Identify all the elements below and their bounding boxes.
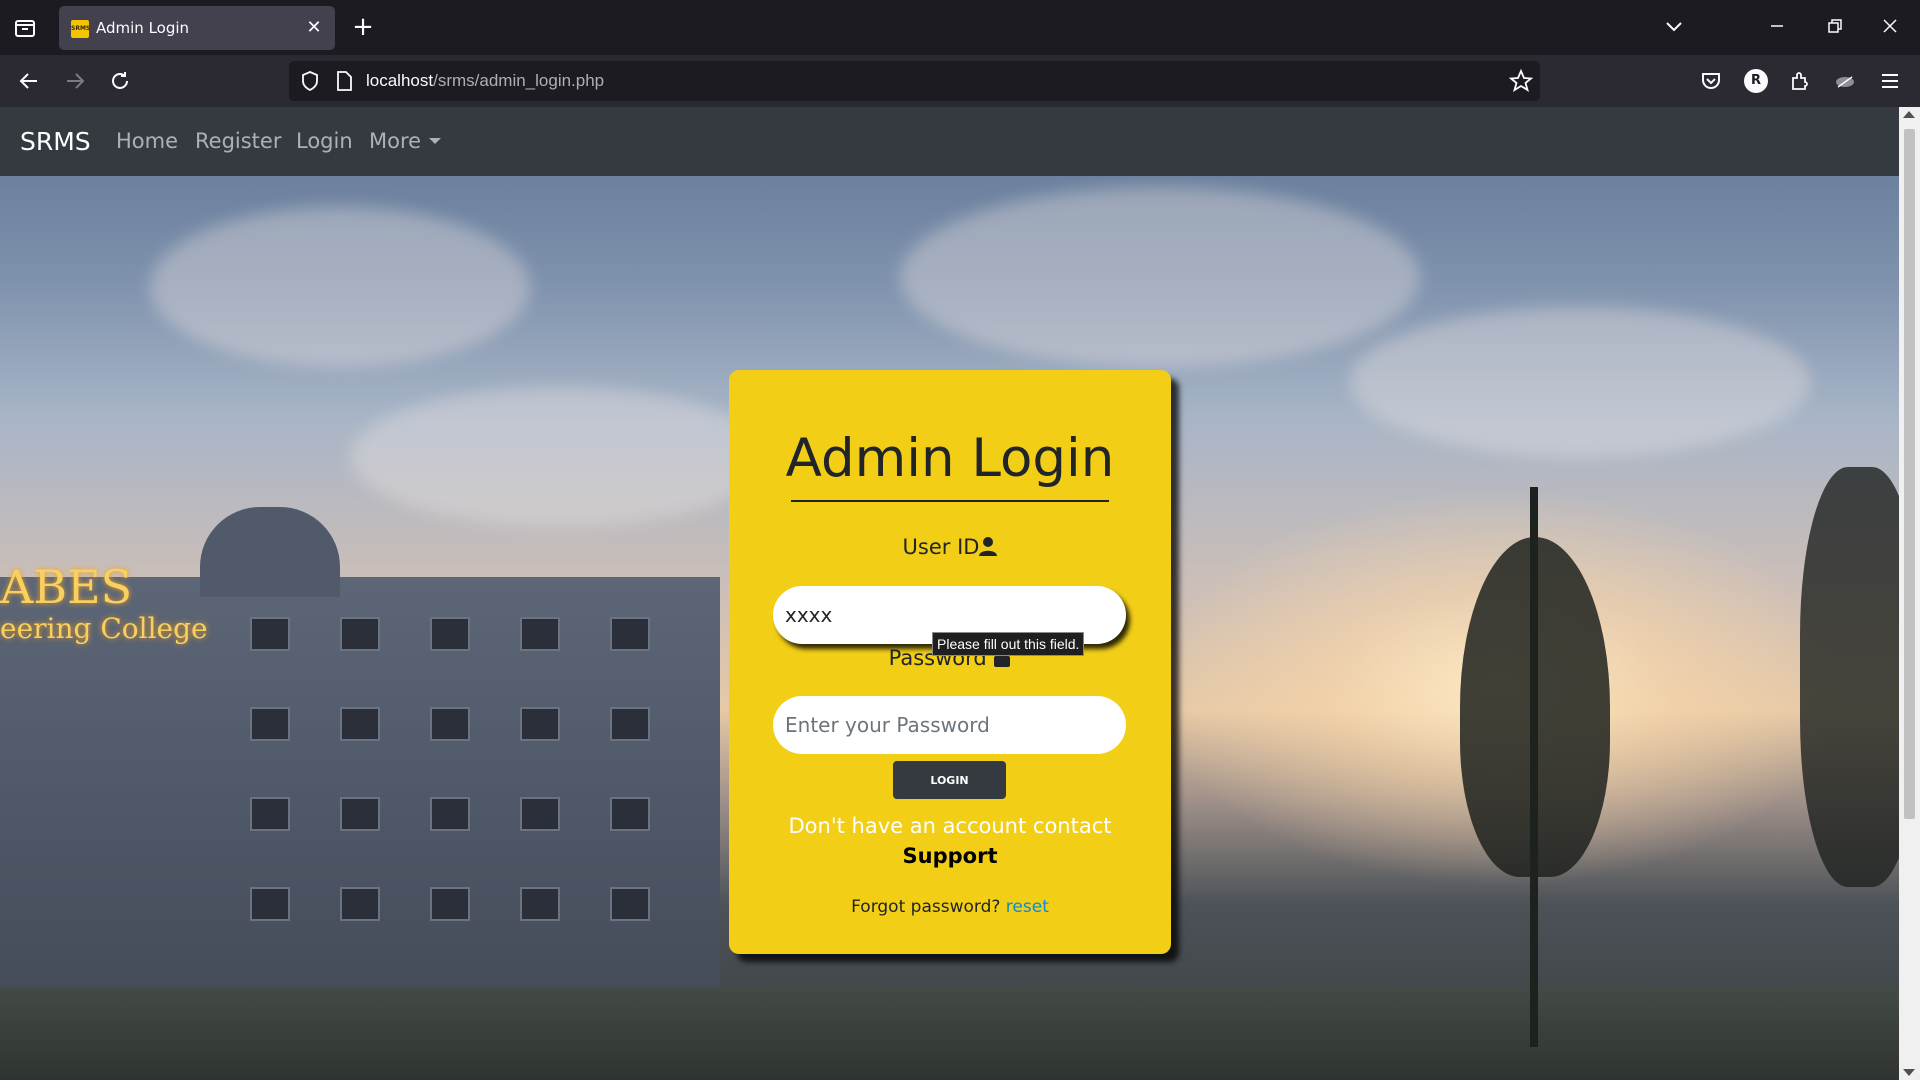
password-input[interactable]	[773, 696, 1126, 754]
validation-tooltip: Please fill out this field.	[932, 632, 1085, 656]
scroll-up-icon[interactable]	[1903, 111, 1915, 118]
support-link[interactable]: Support	[729, 844, 1171, 868]
nav-link-register[interactable]: Register	[195, 129, 281, 153]
bookmark-star-icon[interactable]	[1509, 69, 1533, 93]
close-tab-icon[interactable]: ✕	[303, 17, 325, 39]
tab-title: Admin Login	[96, 19, 190, 37]
caret-down-icon	[429, 138, 442, 144]
college-sign: ABES eering College	[0, 562, 208, 646]
browser-toolbar: localhost/srms/admin_login.php R	[0, 55, 1920, 107]
extensions-icon[interactable]	[1788, 69, 1812, 93]
close-window-icon[interactable]	[1878, 14, 1902, 38]
window	[250, 617, 290, 651]
nav-more-label: More	[369, 129, 422, 153]
login-button[interactable]: LOGIN	[893, 761, 1006, 799]
cloud	[350, 387, 770, 527]
extension-addon-icon[interactable]	[1833, 69, 1857, 93]
user-icon	[979, 536, 998, 561]
navbar-brand[interactable]: SRMS	[20, 127, 91, 156]
window	[250, 797, 290, 831]
chevron-down-icon[interactable]	[1662, 14, 1686, 38]
window	[520, 797, 560, 831]
window	[610, 797, 650, 831]
url-bar[interactable]: localhost/srms/admin_login.php	[289, 61, 1540, 101]
no-account-text: Don't have an account contact	[788, 814, 1112, 838]
restore-icon[interactable]	[1822, 14, 1846, 38]
scroll-down-icon[interactable]	[1903, 1069, 1915, 1076]
account-avatar[interactable]: R	[1744, 69, 1768, 93]
browser-tab-strip: SRMS Admin Login ✕ +	[0, 0, 1920, 55]
reset-link[interactable]: reset	[1006, 897, 1049, 917]
forgot-password-text: Forgot password? reset	[851, 897, 1049, 917]
login-card: Admin Login User ID Password LOGIN Don't…	[729, 370, 1171, 954]
sign-line-2: eering College	[0, 612, 208, 645]
window	[430, 707, 470, 741]
page-scrollbar[interactable]	[1899, 107, 1920, 1080]
building-tower	[200, 507, 340, 597]
page-viewport: ABES eering College SRMS Home Register L…	[0, 107, 1899, 1080]
window	[520, 617, 560, 651]
scrollbar-thumb[interactable]	[1904, 129, 1915, 819]
site-navbar: SRMS Home Register Login More	[0, 107, 1899, 176]
window	[340, 797, 380, 831]
minimize-icon[interactable]	[1765, 14, 1789, 38]
window	[430, 887, 470, 921]
login-title: Admin Login	[785, 428, 1115, 489]
back-icon[interactable]	[17, 69, 41, 93]
window	[250, 887, 290, 921]
sign-line-1: ABES	[0, 560, 133, 614]
title-underline	[791, 500, 1109, 502]
cloud	[150, 207, 530, 367]
window	[250, 707, 290, 741]
page-icon[interactable]	[333, 70, 355, 92]
shield-icon[interactable]	[299, 70, 321, 92]
window	[340, 887, 380, 921]
tab-list-icon[interactable]	[14, 17, 36, 39]
nav-dropdown-more[interactable]: More	[369, 129, 442, 153]
browser-tab-active[interactable]: SRMS Admin Login ✕	[59, 6, 335, 50]
new-tab-icon[interactable]: +	[350, 12, 376, 42]
window	[610, 887, 650, 921]
window	[520, 707, 560, 741]
reload-icon[interactable]	[108, 69, 132, 93]
url-text[interactable]: localhost/srms/admin_login.php	[366, 71, 604, 91]
menu-icon[interactable]	[1878, 69, 1902, 93]
user-id-label: User ID	[729, 535, 1171, 561]
ground	[0, 987, 1899, 1080]
tree-right	[1800, 467, 1899, 887]
window	[340, 617, 380, 651]
cloud	[1350, 307, 1810, 457]
nav-link-login[interactable]: Login	[296, 129, 353, 153]
favicon-icon: SRMS	[71, 20, 90, 38]
nav-link-home[interactable]: Home	[116, 129, 178, 153]
window	[610, 617, 650, 651]
window	[610, 707, 650, 741]
cloud	[900, 187, 1420, 367]
window	[520, 887, 560, 921]
window	[340, 707, 380, 741]
tree-canopy	[1460, 537, 1610, 877]
forward-icon[interactable]	[63, 69, 87, 93]
window	[430, 617, 470, 651]
window	[430, 797, 470, 831]
pocket-icon[interactable]	[1699, 69, 1723, 93]
